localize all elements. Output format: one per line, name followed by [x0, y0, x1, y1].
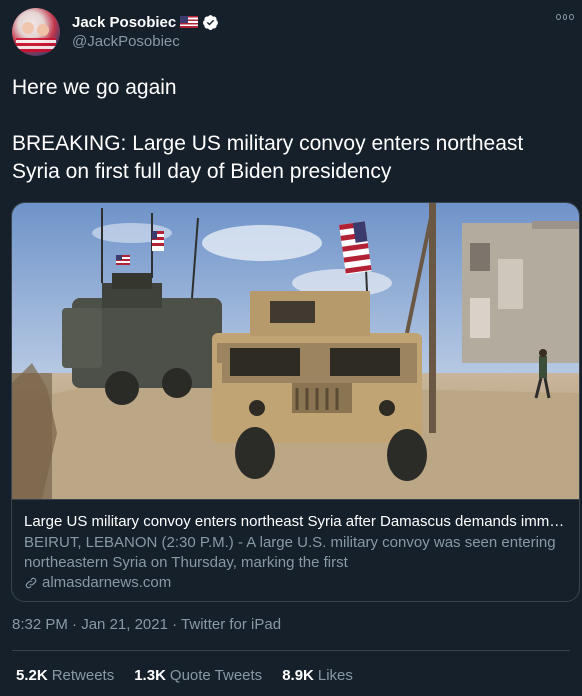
tweet-client[interactable]: Twitter for iPad — [181, 616, 281, 633]
avatar[interactable] — [12, 8, 60, 56]
retweets-label: Retweets — [51, 667, 115, 684]
card-source[interactable]: almasdarnews.com — [24, 574, 171, 591]
avatar-face — [37, 24, 49, 36]
avatar-face — [22, 22, 34, 34]
quote-tweets-count: 1.3K — [134, 667, 166, 684]
separator: · — [167, 616, 182, 633]
divider — [12, 650, 570, 651]
author-name[interactable]: Jack Posobiec — [72, 14, 176, 31]
more-options-icon[interactable] — [556, 14, 575, 22]
separator: · — [67, 616, 82, 633]
dot — [562, 14, 568, 20]
likes-count: 8.9K — [282, 667, 314, 684]
tweet-text-line2: BREAKING: Large US military convoy enter… — [12, 132, 524, 183]
quote-tweets-label: Quote Tweets — [169, 667, 263, 684]
tweet-time[interactable]: 8:32 PM — [12, 616, 68, 633]
dot — [556, 14, 561, 20]
engagement-stats: 5.2K Retweets 1.3K Quote Tweets 8.9K Likes — [16, 667, 353, 684]
retweets-stat[interactable]: 5.2K Retweets — [16, 667, 114, 684]
card-description: BEIRUT, LEBANON (2:30 P.M.) - A large U.… — [24, 534, 556, 571]
link-icon — [25, 577, 37, 588]
author-handle[interactable]: @JackPosobiec — [72, 33, 180, 50]
avatar-flag — [16, 38, 56, 52]
link-card[interactable]: Large US military convoy enters northeas… — [11, 202, 580, 602]
tweet-text: Here we go again BREAKING: Large US mili… — [12, 74, 572, 186]
us-flag-icon — [180, 16, 199, 28]
verified-badge-icon — [203, 14, 219, 30]
tweet-text-line1: Here we go again — [12, 76, 177, 99]
quote-tweets-stat[interactable]: 1.3K Quote Tweets — [134, 667, 262, 684]
card-image[interactable] — [12, 203, 579, 499]
tweet-container: Jack Posobiec @JackPosobiec Here we go a… — [0, 0, 582, 696]
author-name-row[interactable]: Jack Posobiec — [72, 12, 219, 32]
dot — [569, 14, 575, 20]
card-title[interactable]: Large US military convoy enters northeas… — [24, 512, 569, 532]
retweets-count: 5.2K — [16, 667, 48, 684]
likes-label: Likes — [317, 667, 353, 684]
tweet-metadata: 8:32 PM · Jan 21, 2021 · Twitter for iPa… — [12, 616, 281, 633]
card-source-domain[interactable]: almasdarnews.com — [42, 574, 171, 591]
tweet-date[interactable]: Jan 21, 2021 — [81, 616, 168, 633]
card-body[interactable]: Large US military convoy enters northeas… — [12, 499, 579, 601]
likes-stat[interactable]: 8.9K Likes — [282, 667, 353, 684]
